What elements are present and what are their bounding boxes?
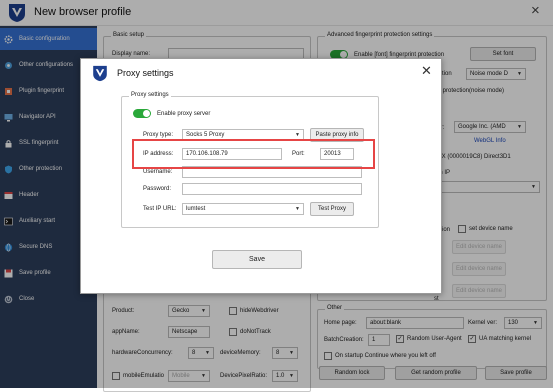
password-input[interactable]: [182, 183, 362, 195]
ip-port-highlight: [132, 139, 375, 169]
proxy-settings-dialog: Proxy settings ✕ Proxy settings Enable p…: [80, 58, 442, 294]
proxy-settings-legend: Proxy settings: [129, 92, 171, 98]
username-label: Username:: [143, 169, 173, 175]
enable-proxy-toggle[interactable]: [133, 109, 151, 118]
dialog-close-icon[interactable]: ✕: [421, 63, 432, 79]
dialog-title: Proxy settings: [117, 68, 174, 78]
test-ip-url-label: Test IP URL:: [143, 206, 177, 212]
test-proxy-button[interactable]: Test Proxy: [310, 202, 354, 216]
dialog-logo-icon: [92, 65, 108, 82]
proxy-type-label: Proxy type:: [143, 132, 174, 138]
enable-proxy-label: Enable proxy server: [157, 111, 211, 117]
test-ip-url-select[interactable]: lumtest: [182, 203, 304, 215]
dialog-save-button[interactable]: Save: [212, 250, 302, 269]
password-label: Password:: [143, 186, 172, 192]
